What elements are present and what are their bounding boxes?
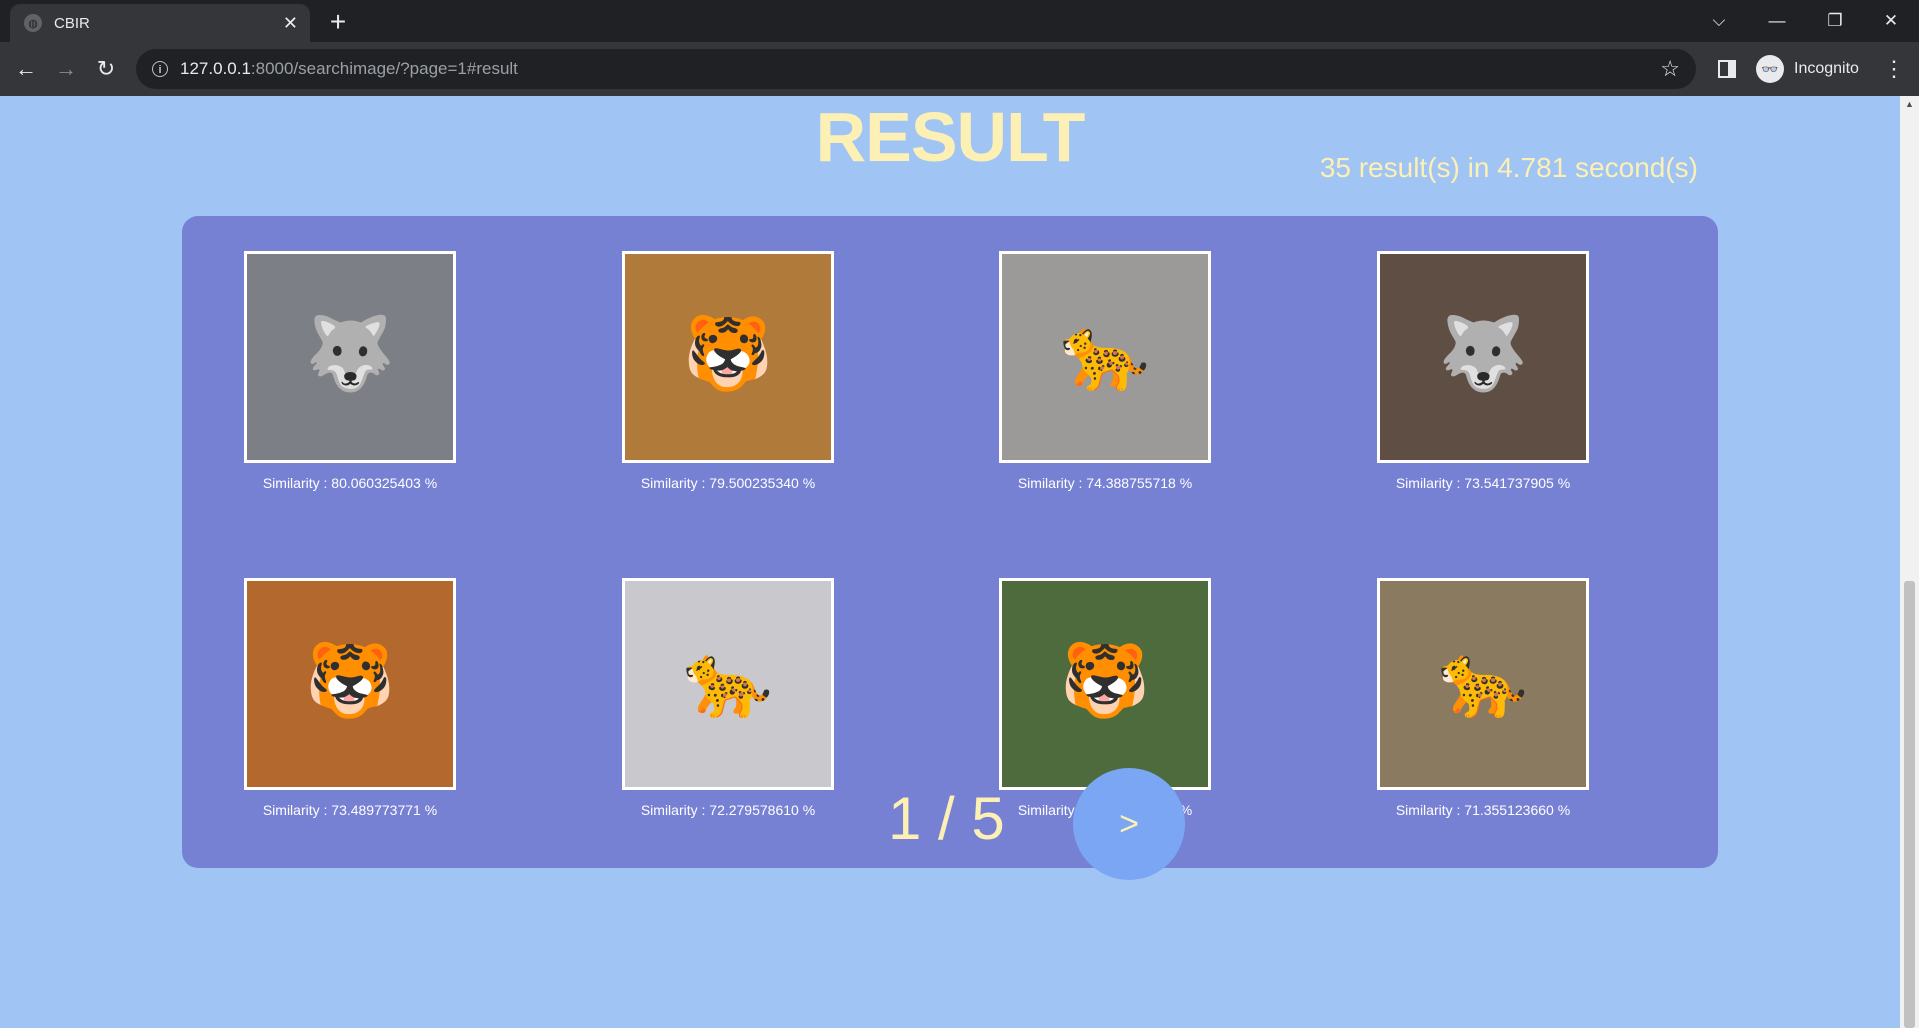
reload-icon[interactable]: ↻ bbox=[90, 53, 122, 85]
page-content: RESULT 35 result(s) in 4.781 second(s) 🐺… bbox=[0, 96, 1900, 1028]
tab-close-icon[interactable]: ✕ bbox=[283, 13, 298, 34]
result-card: 🐆 Similarity : 74.388755718 % bbox=[955, 251, 1255, 491]
globe-icon: ◍ bbox=[24, 14, 42, 32]
browser-tab[interactable]: ◍ CBIR ✕ bbox=[10, 4, 310, 42]
result-image[interactable]: 🐆 bbox=[999, 251, 1211, 463]
scroll-up-icon[interactable]: ▲ bbox=[1900, 96, 1919, 113]
incognito-indicator[interactable]: 👓 Incognito bbox=[1756, 49, 1870, 89]
pagination: 1 / 5 > bbox=[0, 756, 1900, 880]
result-card: 🐺 Similarity : 73.541737905 % bbox=[1333, 251, 1633, 491]
url-path: :8000/searchimage/?page=1#result bbox=[250, 59, 518, 78]
similarity-label: Similarity : 74.388755718 % bbox=[1017, 475, 1193, 491]
tiger-icon: 🐯 bbox=[305, 641, 395, 721]
next-page-button[interactable]: > bbox=[1073, 768, 1185, 880]
result-stats: 35 result(s) in 4.781 second(s) bbox=[1319, 152, 1698, 183]
page-scrollbar[interactable]: ▲ bbox=[1900, 96, 1919, 1028]
similarity-label: Similarity : 80.060325403 % bbox=[262, 475, 438, 491]
tiger-icon: 🐯 bbox=[1060, 641, 1150, 721]
page-indicator: 1 / 5 bbox=[888, 785, 1005, 852]
wolf-icon: 🐺 bbox=[1438, 314, 1528, 394]
bookmark-star-icon[interactable]: ☆ bbox=[1660, 56, 1680, 82]
menu-icon[interactable]: ⋮ bbox=[1878, 53, 1910, 85]
back-icon[interactable]: ← bbox=[10, 53, 42, 85]
url-host: 127.0.0.1 bbox=[180, 59, 251, 78]
tab-title: CBIR bbox=[54, 14, 90, 32]
tiger-icon: 🐯 bbox=[683, 314, 773, 394]
minimize-button[interactable]: — bbox=[1748, 0, 1806, 42]
url-text[interactable]: 127.0.0.1:8000/searchimage/?page=1#resul… bbox=[180, 59, 1660, 79]
close-window-button[interactable]: ✕ bbox=[1862, 0, 1919, 42]
new-tab-button[interactable]: + bbox=[322, 6, 354, 38]
result-card: 🐺 Similarity : 80.060325403 % bbox=[200, 251, 500, 491]
wolf-icon: 🐺 bbox=[305, 314, 395, 394]
browser-toolbar: ← → ↻ i 127.0.0.1:8000/searchimage/?page… bbox=[0, 42, 1919, 96]
tab-strip: ◍ CBIR ✕ + ⌵ — ❐ ✕ bbox=[0, 0, 1919, 42]
side-panel-icon[interactable] bbox=[1718, 60, 1736, 78]
snow-leopard-icon: 🐆 bbox=[1060, 314, 1150, 394]
snow-leopard-icon: 🐆 bbox=[683, 641, 773, 721]
scrollbar-thumb[interactable] bbox=[1904, 581, 1915, 1028]
result-image[interactable]: 🐺 bbox=[244, 251, 456, 463]
incognito-icon: 👓 bbox=[1756, 55, 1784, 83]
similarity-label: Similarity : 73.541737905 % bbox=[1395, 475, 1571, 491]
restore-button[interactable]: ❐ bbox=[1806, 0, 1864, 42]
result-image[interactable]: 🐺 bbox=[1377, 251, 1589, 463]
incognito-label: Incognito bbox=[1794, 60, 1859, 77]
address-bar[interactable]: i 127.0.0.1:8000/searchimage/?page=1#res… bbox=[136, 49, 1696, 89]
leopard-icon: 🐆 bbox=[1438, 641, 1528, 721]
result-image[interactable]: 🐯 bbox=[622, 251, 834, 463]
site-info-icon[interactable]: i bbox=[152, 61, 168, 77]
forward-icon[interactable]: → bbox=[50, 53, 82, 85]
result-card: 🐯 Similarity : 79.500235340 % bbox=[578, 251, 878, 491]
similarity-label: Similarity : 79.500235340 % bbox=[640, 475, 816, 491]
tab-search-icon[interactable]: ⌵ bbox=[1690, 0, 1748, 42]
